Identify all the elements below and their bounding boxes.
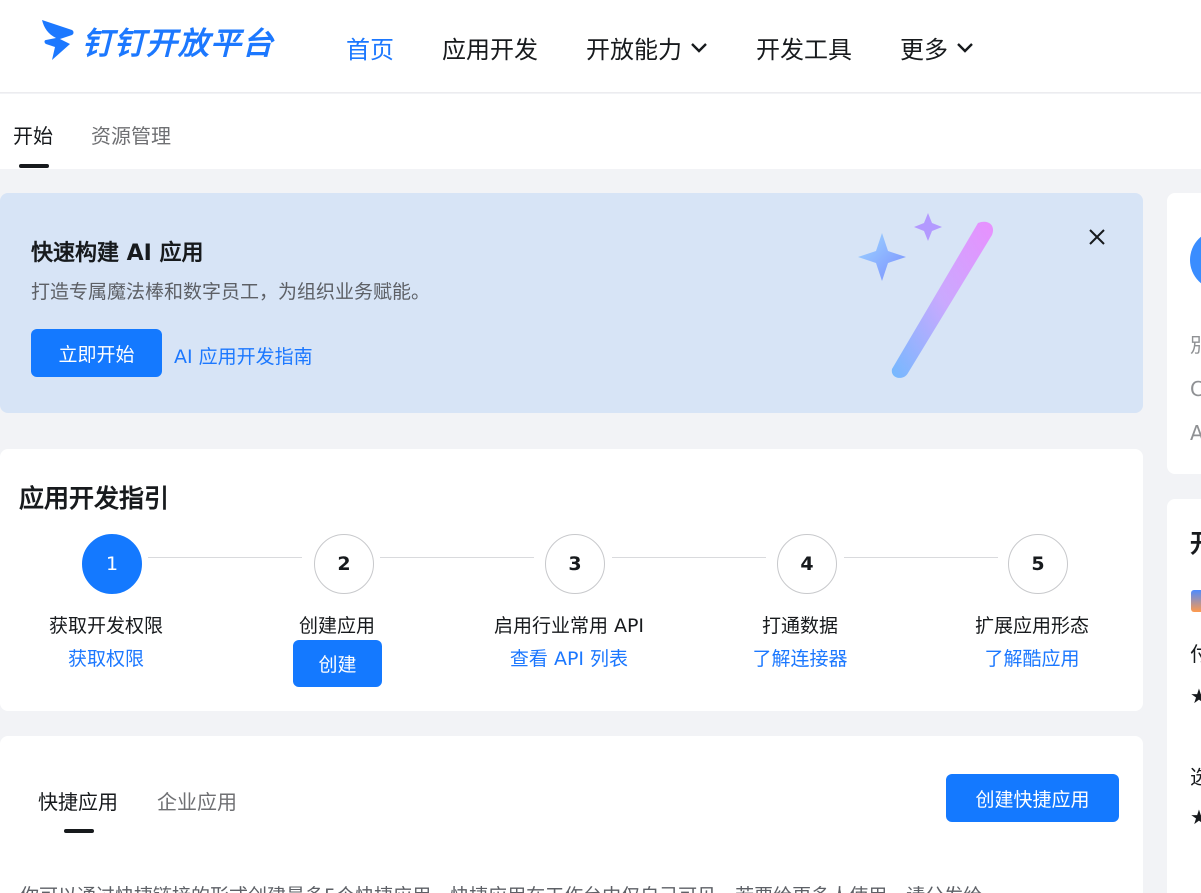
learn-connector-link[interactable]: 了解连接器 <box>690 644 910 671</box>
side-text: 选 <box>1190 765 1201 789</box>
active-tab-indicator <box>19 164 49 168</box>
close-icon[interactable] <box>1083 223 1111 251</box>
ai-guide-link[interactable]: AI 应用开发指南 <box>174 342 313 369</box>
apps-card: 快捷应用 企业应用 创建快捷应用 你可以通过快捷链接的形式创建最多5个快捷应用，… <box>0 736 1143 893</box>
step-4-label: 打通数据 <box>761 615 838 637</box>
ai-app-banner: 快速构建 AI 应用 打造专属魔法棒和数字员工，为组织业务赋能。 立即开始 AI… <box>0 193 1143 413</box>
active-tab-indicator <box>64 829 94 833</box>
step-2-circle: 2 <box>314 534 374 594</box>
nav-label: 开放能力 <box>586 36 682 64</box>
side-card-title: 开 <box>1190 524 1201 560</box>
step-1-circle: 1 <box>82 534 142 594</box>
step-5-circle: 5 <box>1008 534 1068 594</box>
step-connector <box>844 557 998 558</box>
guide-title: 应用开发指引 <box>19 484 170 513</box>
step-3-label: 启用行业常用 API <box>493 615 645 637</box>
main-nav: 首页 应用开发 开放能力 开发工具 更多 <box>346 30 1022 65</box>
step-connector <box>380 557 534 558</box>
brand-name: 钉钉开放平台 <box>82 25 274 62</box>
profile-text: C <box>1190 377 1201 401</box>
nav-label: 开发工具 <box>756 36 852 64</box>
magic-wand-illustration <box>858 213 994 378</box>
create-quick-app-button[interactable]: 创建快捷应用 <box>946 774 1119 822</box>
user-profile-card: 別 C A <box>1167 193 1201 474</box>
nav-label: 应用开发 <box>442 36 538 64</box>
profile-text: A <box>1190 421 1201 445</box>
cube-icon <box>1191 590 1201 612</box>
tab-enterprise-apps[interactable]: 企业应用 <box>157 786 237 815</box>
learn-cool-app-link[interactable]: 了解酷应用 <box>922 644 1142 671</box>
step-4-circle: 4 <box>777 534 837 594</box>
dev-guide-card: 应用开发指引 1 2 3 4 5 获取开发权限 创建应用 启用行业常用 API … <box>0 449 1143 711</box>
chevron-down-icon <box>691 42 707 53</box>
nav-item-dev-tools[interactable]: 开发工具 <box>756 30 852 65</box>
step-connector <box>148 557 302 558</box>
step-1-label: 获取开发权限 <box>48 615 163 637</box>
step-3-circle: 3 <box>545 534 605 594</box>
star-icon: ★ <box>1190 805 1201 829</box>
chevron-down-icon <box>957 42 973 53</box>
nav-label: 首页 <box>346 36 394 64</box>
nav-item-home[interactable]: 首页 <box>346 30 394 65</box>
nav-item-more[interactable]: 更多 <box>900 30 974 65</box>
banner-title: 快速构建 AI 应用 <box>31 241 204 266</box>
view-api-list-link[interactable]: 查看 API 列表 <box>459 644 679 671</box>
step-2-label: 创建应用 <box>298 615 375 637</box>
brand-logo[interactable]: 钉钉开放平台 <box>40 16 274 64</box>
start-now-button[interactable]: 立即开始 <box>31 329 162 377</box>
nav-item-app-dev[interactable]: 应用开发 <box>442 30 538 65</box>
step-connector <box>612 557 766 558</box>
nav-label: 更多 <box>900 36 948 64</box>
apps-description: 你可以通过快捷链接的形式创建最多5个快捷应用，快捷应用在工作台中仅自己可见，若要… <box>20 881 982 893</box>
step-5-label: 扩展应用形态 <box>974 615 1089 637</box>
sub-tabs: 开始 资源管理 <box>0 94 1201 169</box>
get-permission-link[interactable]: 获取权限 <box>0 644 216 671</box>
tab-resource-management[interactable]: 资源管理 <box>91 120 171 149</box>
tab-quick-apps[interactable]: 快捷应用 <box>38 786 118 815</box>
nav-item-open-capabilities[interactable]: 开放能力 <box>586 30 708 65</box>
banner-subtitle: 打造专属魔法棒和数字员工，为组织业务赋能。 <box>31 281 431 303</box>
star-icon: ★ <box>1190 684 1201 708</box>
top-navbar: 钉钉开放平台 首页 应用开发 开放能力 开发工具 更多 <box>0 0 1201 93</box>
tab-start[interactable]: 开始 <box>13 120 53 149</box>
side-text: 付 <box>1190 642 1201 666</box>
side-info-card: 开 付 ★ 选 ★ <box>1167 499 1201 893</box>
dingtalk-logo-icon <box>42 20 74 60</box>
profile-text: 別 <box>1190 333 1201 357</box>
create-app-button[interactable]: 创建 <box>293 640 382 687</box>
avatar[interactable] <box>1190 230 1201 290</box>
